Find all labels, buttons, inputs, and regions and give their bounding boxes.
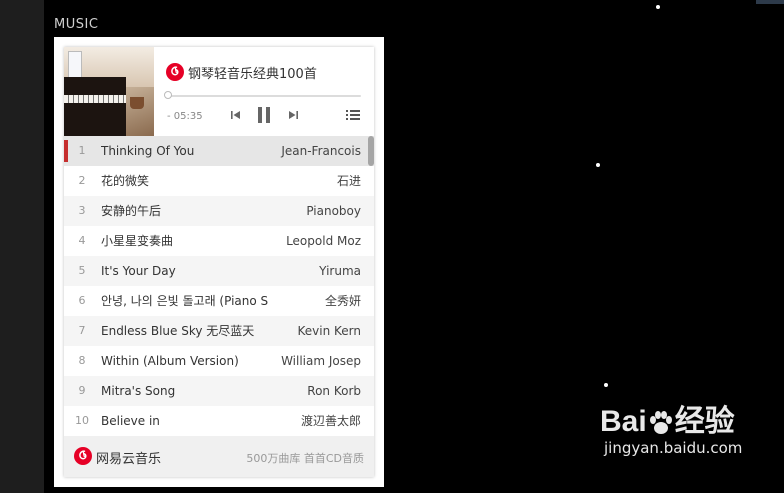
watermark-jingyan: 经验: [674, 405, 735, 438]
track-row[interactable]: 1 Thinking Of You Jean-Francois: [64, 136, 374, 166]
music-player: 钢琴轻音乐经典100首 - 05:35 1 Thinking Of You Je…: [64, 47, 374, 477]
track-artist: William Josep: [281, 354, 361, 368]
left-sidebar-strip: [0, 0, 44, 493]
track-row[interactable]: 10 Believe in 渡辺善太郎: [64, 406, 374, 436]
playlist-icon: [346, 110, 360, 120]
track-name: Mitra's Song: [101, 384, 176, 398]
player-header: 钢琴轻音乐经典100首 - 05:35: [154, 47, 374, 136]
section-label: MUSIC: [54, 17, 99, 32]
track-name: Endless Blue Sky 无尽蓝天: [101, 324, 255, 338]
baidu-paw-icon: [647, 410, 675, 436]
star-dot: [596, 163, 600, 167]
track-number: 4: [78, 234, 86, 247]
track-number: 5: [78, 264, 86, 277]
corner-indicator: [756, 0, 784, 4]
baidu-jingyan-watermark: Bai 经验 jingyan.baidu.com: [600, 405, 742, 457]
time-remaining: - 05:35: [167, 111, 203, 122]
footer-slogan: 500万曲库 首首CD音质: [246, 452, 364, 465]
track-number: 10: [75, 414, 89, 427]
track-number: 6: [78, 294, 86, 307]
next-icon: [289, 111, 298, 119]
track-row[interactable]: 8 Within (Album Version) William Josep: [64, 346, 374, 376]
now-playing-marker: [64, 140, 68, 162]
album-cover-image[interactable]: [64, 47, 154, 136]
track-list: 1 Thinking Of You Jean-Francois 2 花的微笑 石进 3 安…: [64, 136, 374, 436]
playlist-title[interactable]: 钢琴轻音乐经典100首: [188, 63, 317, 82]
track-name: 安静的午后: [101, 204, 162, 218]
playlist-toggle-button[interactable]: [345, 107, 361, 123]
pause-icon: [258, 107, 270, 123]
player-footer: 网易云音乐 500万曲库 首首CD音质: [64, 436, 374, 477]
progress-handle[interactable]: [164, 91, 172, 99]
brand-name-link[interactable]: 网易云音乐: [96, 448, 161, 467]
track-number: 9: [78, 384, 86, 397]
track-number: 2: [78, 174, 86, 187]
progress-bar[interactable]: [167, 95, 361, 97]
previous-button[interactable]: [228, 107, 244, 123]
track-name: Believe in: [101, 414, 160, 428]
track-artist: Jean-Francois: [281, 144, 361, 158]
track-name: It's Your Day: [101, 264, 176, 278]
track-row[interactable]: 7 Endless Blue Sky 无尽蓝天 Kevin Kern: [64, 316, 374, 346]
star-dot: [604, 383, 608, 387]
previous-icon: [231, 111, 240, 119]
tracklist-scrollbar[interactable]: [368, 136, 374, 166]
watermark-bai: Bai: [600, 405, 647, 438]
track-name: Within (Album Version): [101, 354, 239, 368]
track-number: 3: [78, 204, 86, 217]
track-row[interactable]: 6 안녕, 나의 은빛 돌고래 (Piano S 全秀妍: [64, 286, 374, 316]
track-row[interactable]: 3 安静的午后 Pianoboy: [64, 196, 374, 226]
track-name: Thinking Of You: [101, 144, 195, 158]
track-row[interactable]: 4 小星星变奏曲 Leopold Moz: [64, 226, 374, 256]
star-dot: [656, 5, 660, 9]
track-number: 7: [78, 324, 86, 337]
next-button[interactable]: [285, 107, 301, 123]
pause-button[interactable]: [254, 105, 274, 125]
track-artist: Kevin Kern: [297, 324, 362, 338]
track-artist: Pianoboy: [306, 204, 361, 218]
track-row[interactable]: 5 It's Your Day Yiruma: [64, 256, 374, 286]
track-artist: 石进: [336, 174, 361, 188]
track-row[interactable]: 9 Mitra's Song Ron Korb: [64, 376, 374, 406]
track-artist: Yiruma: [319, 264, 361, 278]
track-name: 안녕, 나의 은빛 돌고래 (Piano S: [101, 294, 269, 308]
track-artist: 渡辺善太郎: [300, 414, 361, 428]
music-widget-frame: 钢琴轻音乐经典100首 - 05:35 1 Thinking Of You Je…: [54, 37, 384, 487]
track-number: 1: [78, 144, 86, 157]
track-number: 8: [78, 354, 86, 367]
netease-music-logo-icon[interactable]: [166, 63, 184, 81]
track-name: 小星星变奏曲: [101, 234, 174, 248]
netease-music-logo-icon[interactable]: [74, 447, 92, 465]
track-artist: 全秀妍: [324, 294, 361, 308]
track-name: 花的微笑: [101, 174, 150, 188]
track-artist: Leopold Moz: [286, 234, 361, 248]
watermark-url: jingyan.baidu.com: [604, 439, 743, 457]
track-row[interactable]: 2 花的微笑 石进: [64, 166, 374, 196]
track-artist: Ron Korb: [307, 384, 361, 398]
